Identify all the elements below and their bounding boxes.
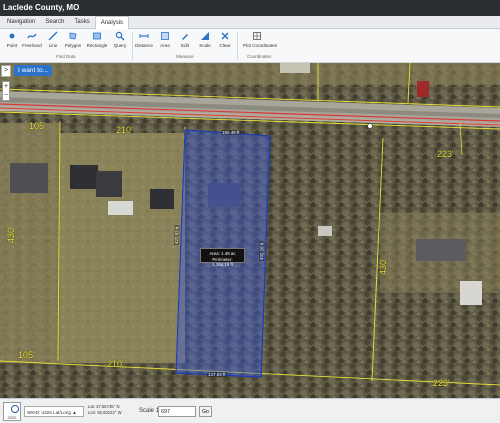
edit-tool-label: Edit	[181, 43, 189, 48]
zoom-in-button[interactable]: +	[3, 82, 9, 91]
line-tool-label: Line	[48, 43, 58, 48]
gis-app: Laclede County, MO Navigation Search Tas…	[0, 0, 500, 423]
aerial-imagery[interactable]	[0, 63, 500, 398]
plot-coordinates-button[interactable]: Plot Coordinates	[243, 31, 277, 53]
distance-icon	[139, 34, 149, 38]
clear-tool-label: Clear	[219, 43, 231, 48]
point-icon	[9, 33, 15, 39]
freehand-tool-label: Freehand	[22, 43, 42, 48]
i-want-to-button[interactable]: I want to...	[14, 65, 52, 76]
rectangle-tool-label: Rectangle	[86, 43, 108, 48]
point-tool-button[interactable]: Point	[1, 31, 23, 53]
nav-tabs: Navigation Search Tasks Analysis	[0, 16, 500, 29]
zoom-control: + −	[2, 81, 10, 101]
analysis-ribbon: Point Freehand Line Polygon Rectangle Qu…	[0, 29, 500, 63]
distance-tool-label: Distance	[135, 43, 153, 48]
measure-popup: Area: 1.48 ac Perimeter: 1,164.19 ft	[200, 248, 245, 267]
line-icon	[48, 31, 58, 41]
lot-dimension-label: 223'	[437, 149, 454, 159]
lot-dimension-label: 105'	[29, 121, 46, 131]
county-seal-icon	[11, 405, 19, 413]
area-tool-button[interactable]: Area	[154, 31, 176, 53]
area-readout: Area: 1.48 ac	[209, 251, 236, 256]
lot-dimension-label: 210'	[107, 359, 124, 369]
coordinates-group-label: Coordinates	[247, 54, 272, 59]
projection-value: WKID: 4326 Lat/Long	[27, 410, 71, 415]
find-data-group-label: Find Data	[56, 54, 76, 59]
scale-tool-button[interactable]: Scale	[194, 31, 216, 53]
lot-dimension-label: 430'	[6, 226, 16, 243]
plot-coordinates-label: Plot Coordinates	[243, 43, 277, 48]
coordinate-readout: Lat: 37.66735° N Lon: 92.60222° W	[88, 404, 122, 416]
rectangle-tool-button[interactable]: Rectangle	[86, 31, 108, 53]
lot-dimension-label: 223'	[433, 378, 450, 388]
distance-tool-button[interactable]: Distance	[133, 31, 155, 53]
query-icon	[115, 31, 125, 41]
polygon-tool-button[interactable]: Polygon	[62, 31, 84, 53]
freehand-tool-button[interactable]: Freehand	[21, 31, 43, 53]
edit-tool-button[interactable]: Edit	[174, 31, 196, 53]
tab-tasks[interactable]: Tasks	[69, 16, 94, 28]
lot-dimension-label: 105'	[18, 350, 35, 360]
imagery-year: 2022	[7, 415, 17, 420]
tab-navigation[interactable]: Navigation	[2, 16, 40, 28]
plot-coordinates-icon	[253, 32, 261, 40]
clear-tool-button[interactable]: Clear	[214, 31, 236, 53]
longitude-readout: Lon: 92.60222° W	[88, 410, 122, 415]
scale-icon	[201, 32, 209, 40]
freehand-icon	[27, 33, 37, 39]
county-logo: 2022	[3, 402, 21, 421]
chevron-up-icon: ▲	[72, 410, 77, 415]
rectangle-icon	[93, 32, 101, 40]
tab-analysis[interactable]: Analysis	[94, 16, 130, 29]
parcel-left-dimension: 422.53 ft	[174, 225, 180, 246]
parcel-right-dimension: 432.16 ft	[259, 241, 265, 262]
scale-tool-label: Scale	[199, 43, 211, 48]
clear-icon	[221, 32, 229, 40]
polygon-tool-label: Polygon	[64, 43, 82, 48]
measure-group-label: Measure	[176, 54, 194, 59]
ribbon-divider	[237, 32, 238, 60]
line-tool-button[interactable]: Line	[42, 31, 64, 53]
query-tool-label: Query	[113, 43, 127, 48]
scale-input[interactable]: 697	[158, 406, 196, 417]
aerial-map[interactable]: > I want to... + − 150.45 ft 422.53 ft 4…	[0, 63, 500, 398]
status-bar: 2022 WKID: 4326 Lat/Long ▲ Lat: 37.66735…	[0, 398, 500, 423]
projection-selector[interactable]: WKID: 4326 Lat/Long ▲	[24, 406, 84, 417]
app-title: Laclede County, MO	[0, 0, 500, 16]
perimeter-readout: Perimeter: 1,164.19 ft	[212, 256, 233, 268]
lot-dimension-label: 430'	[378, 258, 388, 275]
parcel-bottom-dimension: 147.84 ft	[207, 372, 227, 377]
edit-icon	[182, 34, 188, 40]
tab-search[interactable]: Search	[40, 16, 69, 28]
lot-dimension-label: 210'	[116, 125, 133, 135]
go-button[interactable]: Go	[199, 406, 212, 417]
area-tool-label: Area	[160, 43, 170, 48]
collapse-panel-button[interactable]: >	[1, 65, 11, 77]
parcel-top-dimension: 150.45 ft	[221, 130, 241, 135]
zoom-out-button[interactable]: −	[3, 91, 9, 100]
query-tool-button[interactable]: Query	[109, 31, 131, 53]
area-icon	[161, 32, 169, 40]
point-tool-label: Point	[6, 43, 18, 48]
polygon-icon	[69, 32, 77, 40]
